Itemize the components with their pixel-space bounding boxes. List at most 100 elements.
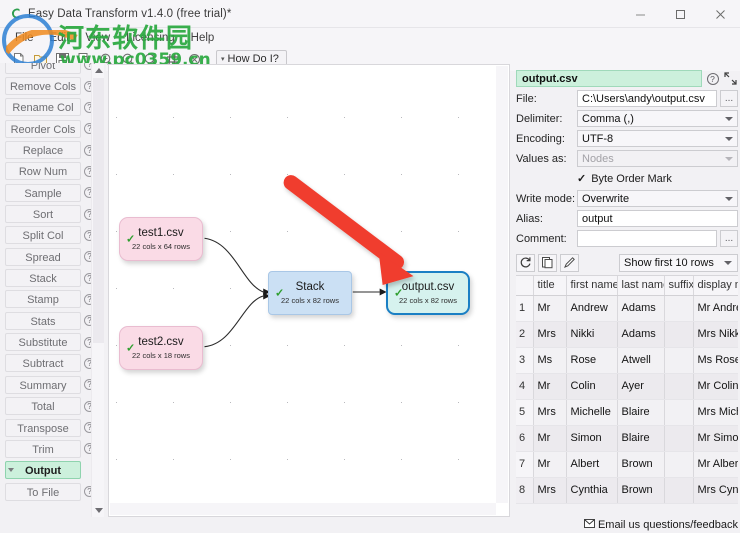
node-test2-csv[interactable]: ✓ test2.csv 22 cols x 18 rows	[119, 326, 203, 370]
table-cell[interactable]	[664, 477, 694, 504]
write-mode-select[interactable]: Overwrite	[577, 190, 738, 207]
table-cell[interactable]: Michelle	[566, 399, 618, 426]
node-output-csv[interactable]: ✓ output.csv 22 cols x 82 rows	[386, 271, 470, 315]
table-cell[interactable]: Brown	[617, 451, 665, 478]
table-cell[interactable]: Mr Colin	[693, 373, 738, 400]
menu-view[interactable]: View	[77, 31, 118, 45]
alias-input[interactable]: output	[577, 210, 738, 227]
table-cell[interactable]: Albert	[566, 451, 618, 478]
table-cell[interactable]: Mrs	[533, 321, 567, 348]
table-cell[interactable]: Andrew	[566, 295, 618, 322]
menu-licensing[interactable]: Licensing	[118, 31, 183, 45]
table-cell[interactable]: Adams	[617, 295, 665, 322]
table-row[interactable]: 7 Mr Albert Brown Mr Alber	[516, 451, 738, 478]
rows-count-select[interactable]: Show first 10 rows	[619, 253, 738, 272]
transform-item-replace[interactable]: Replace?	[0, 139, 95, 160]
delimiter-select[interactable]: Comma (,)	[577, 110, 738, 127]
table-column-header[interactable]: first name	[566, 276, 618, 296]
node-test1-csv[interactable]: ✓ test1.csv 22 cols x 64 rows	[119, 217, 203, 261]
transform-item-pivot[interactable]: Pivot?	[0, 63, 95, 75]
transform-item-output[interactable]: Output	[0, 460, 92, 481]
table-cell[interactable]	[664, 295, 694, 322]
comment-expand-button[interactable]: ...	[720, 230, 738, 247]
row-number[interactable]: 6	[516, 425, 534, 452]
row-number[interactable]: 3	[516, 347, 534, 374]
transform-item-spread[interactable]: Spread?	[0, 246, 95, 267]
table-column-header[interactable]: last name	[617, 276, 665, 296]
copy-clipboard-icon[interactable]	[538, 253, 557, 272]
table-column-header[interactable]: title	[533, 276, 567, 296]
table-cell[interactable]: Mr Andre	[693, 295, 738, 322]
transform-item-sort[interactable]: Sort?	[0, 203, 95, 224]
table-cell[interactable]: Mrs Nikk	[693, 321, 738, 348]
menu-edit[interactable]: Edit	[42, 31, 78, 45]
table-cell[interactable]: Mrs	[533, 477, 567, 504]
expand-icon[interactable]	[723, 71, 738, 86]
row-number[interactable]: 1	[516, 295, 534, 322]
data-preview-grid[interactable]: titlefirst namelast namesuffixdisplay n …	[516, 275, 738, 505]
transform-item-to-file[interactable]: To File?	[0, 481, 95, 502]
transform-item-reorder-cols[interactable]: Reorder Cols?	[0, 118, 95, 139]
transform-item-remove-cols[interactable]: Remove Cols?	[0, 75, 95, 96]
table-cell[interactable]: Brown	[617, 477, 665, 504]
transform-item-row-num[interactable]: Row Num?	[0, 161, 95, 182]
table-cell[interactable]	[664, 451, 694, 478]
transform-item-rename-col[interactable]: Rename Col?	[0, 97, 95, 118]
table-cell[interactable]	[664, 399, 694, 426]
table-cell[interactable]: Blaire	[617, 425, 665, 452]
table-cell[interactable]	[664, 425, 694, 452]
table-cell[interactable]: Ms	[533, 347, 567, 374]
table-cell[interactable]	[664, 321, 694, 348]
table-row[interactable]: 2 Mrs Nikki Adams Mrs Nikk	[516, 321, 738, 348]
row-number[interactable]: 5	[516, 399, 534, 426]
transform-item-stats[interactable]: Stats?	[0, 310, 95, 331]
table-cell[interactable]: Nikki	[566, 321, 618, 348]
file-path-input[interactable]: C:\Users\andy\output.csv	[577, 90, 717, 107]
table-cell[interactable]: Mrs	[533, 399, 567, 426]
pencil-edit-icon[interactable]	[560, 253, 579, 272]
row-number[interactable]: 8	[516, 477, 534, 504]
canvas-vertical-scrollbar[interactable]	[496, 66, 508, 503]
flow-canvas[interactable]: ✓ test1.csv 22 cols x 64 rows ✓ test2.cs…	[108, 64, 510, 517]
table-cell[interactable]: Ayer	[617, 373, 665, 400]
transform-item-trim[interactable]: Trim?	[0, 438, 95, 459]
transform-item-split-col[interactable]: Split Col?	[0, 225, 95, 246]
canvas-horizontal-scrollbar[interactable]	[110, 503, 496, 515]
table-column-header[interactable]: display n	[693, 276, 738, 296]
row-number[interactable]: 4	[516, 373, 534, 400]
comment-input[interactable]	[577, 230, 717, 247]
table-cell[interactable]: Mr	[533, 451, 567, 478]
close-button[interactable]	[700, 0, 740, 28]
transform-item-total[interactable]: Total?	[0, 396, 95, 417]
table-cell[interactable]: Mrs Mich	[693, 399, 738, 426]
file-browse-button[interactable]: ...	[720, 90, 738, 107]
group-collapse-icon[interactable]	[8, 468, 14, 473]
table-cell[interactable]: Mr	[533, 295, 567, 322]
table-row[interactable]: 1 Mr Andrew Adams Mr Andre	[516, 295, 738, 322]
checkbox-checked-icon[interactable]: ✓	[577, 172, 586, 185]
maximize-button[interactable]	[660, 0, 700, 28]
table-column-header[interactable]	[516, 276, 534, 296]
transform-item-sample[interactable]: Sample?	[0, 182, 95, 203]
table-row[interactable]: 5 Mrs Michelle Blaire Mrs Mich	[516, 399, 738, 426]
table-cell[interactable]: Mrs Cynt	[693, 477, 738, 504]
email-feedback-link[interactable]: Email us questions/feedback	[579, 517, 740, 533]
table-row[interactable]: 4 Mr Colin Ayer Mr Colin	[516, 373, 738, 400]
transform-item-transpose[interactable]: Transpose?	[0, 417, 95, 438]
table-row[interactable]: 8 Mrs Cynthia Brown Mrs Cynt	[516, 477, 738, 504]
transform-item-stack[interactable]: Stack?	[0, 267, 95, 288]
row-number[interactable]: 7	[516, 451, 534, 478]
table-row[interactable]: 6MrSimonBlaire Mr Simon	[516, 425, 738, 452]
minimize-button[interactable]	[620, 0, 660, 28]
table-cell[interactable]: Mr	[533, 425, 567, 452]
table-cell[interactable]: Simon	[566, 425, 618, 452]
scroll-down-icon[interactable]	[92, 504, 105, 517]
encoding-select[interactable]: UTF-8	[577, 130, 738, 147]
table-column-header[interactable]: suffix	[664, 276, 694, 296]
table-row[interactable]: 3 Ms Rose Atwell Ms Rose	[516, 347, 738, 374]
node-stack[interactable]: ✓ Stack 22 cols x 82 rows	[268, 271, 352, 315]
table-cell[interactable]: Colin	[566, 373, 618, 400]
table-cell[interactable]: Ms Rose	[693, 347, 738, 374]
transform-item-stamp[interactable]: Stamp?	[0, 289, 95, 310]
table-cell[interactable]: Adams	[617, 321, 665, 348]
